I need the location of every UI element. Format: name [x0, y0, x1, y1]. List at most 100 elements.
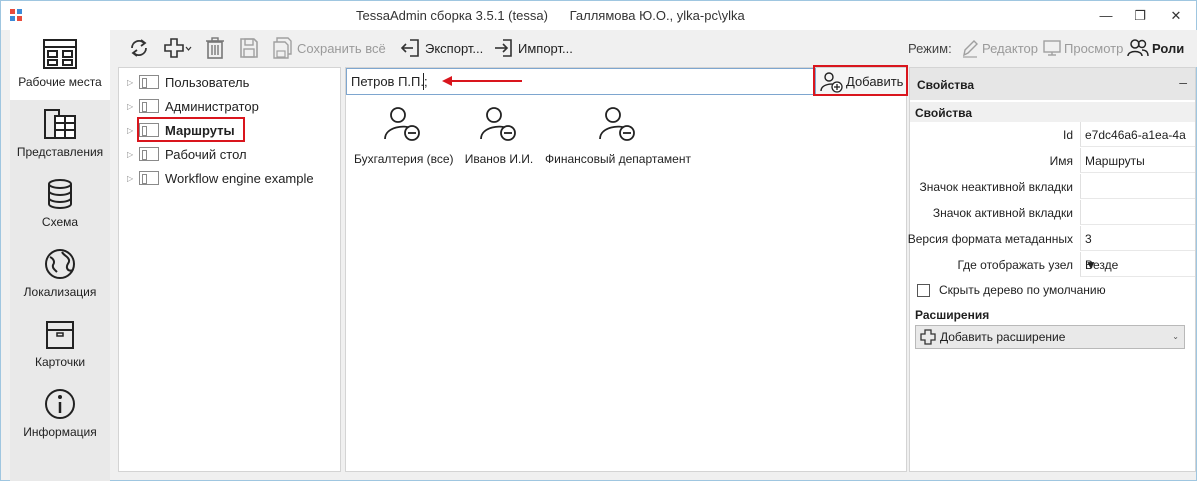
section-header-properties: Свойства: [910, 102, 1195, 122]
property-row-id: Id e7dc46a6-a1ea-4a: [910, 122, 1195, 148]
tab-node-icon: [139, 99, 159, 113]
dropdown-arrow-icon[interactable]: ▼: [1085, 258, 1191, 272]
property-value-field[interactable]: 3: [1080, 226, 1195, 251]
info-icon: [45, 389, 75, 419]
save-all-label: Сохранить всё: [297, 40, 386, 56]
minimize-button[interactable]: —: [1091, 1, 1121, 30]
monitor-icon: [1043, 40, 1061, 56]
property-row-active-icon: Значок активной вкладки: [910, 200, 1195, 226]
property-key: Id: [1062, 128, 1073, 142]
property-value: e7dc46a6-a1ea-4a: [1085, 128, 1186, 142]
role-item[interactable]: Финансовый департамент: [545, 106, 691, 166]
roles-mode-button[interactable]: Роли: [1127, 36, 1184, 60]
plus-icon: [164, 38, 192, 58]
property-row-display-location: Где отображать узел Везде ▼: [910, 252, 1195, 278]
expand-arrow-icon[interactable]: ▷: [127, 78, 139, 87]
user-remove-icon[interactable]: [598, 106, 638, 142]
tree-item-desktop[interactable]: ▷ Рабочий стол: [127, 144, 247, 164]
roles-label: Роли: [1152, 40, 1185, 56]
properties-title: Свойства: [917, 78, 975, 92]
user-remove-icon[interactable]: [479, 106, 519, 142]
expand-arrow-icon[interactable]: ▷: [127, 150, 139, 159]
role-label: Иванов И.И.: [464, 152, 534, 166]
property-key: Имя: [1049, 154, 1073, 168]
property-value: 3: [1085, 232, 1092, 246]
role-search-input[interactable]: Петров П.П.;: [346, 68, 816, 95]
nav-label: Представления: [16, 145, 104, 159]
properties-header: Свойства –: [910, 68, 1195, 100]
add-extension-label: Добавить расширение: [940, 330, 1066, 344]
refresh-icon: [131, 39, 147, 57]
display-location-select[interactable]: Везде ▼: [1080, 252, 1195, 277]
restore-button[interactable]: ❐: [1125, 1, 1155, 30]
import-icon: [495, 39, 512, 57]
save-button[interactable]: [239, 36, 259, 60]
property-value-field[interactable]: Маршруты: [1080, 148, 1195, 173]
nav-item-schema[interactable]: Схема: [10, 170, 110, 240]
tree-item-admin[interactable]: ▷ Администратор: [127, 96, 259, 116]
export-icon: [400, 39, 419, 57]
preview-mode-button[interactable]: Просмотр: [1043, 36, 1123, 60]
tree-item-workflow[interactable]: ▷ Workflow engine example: [127, 168, 314, 188]
nav-item-localization[interactable]: Локализация: [10, 240, 110, 310]
editor-label: Редактор: [982, 40, 1038, 56]
add-extension-button[interactable]: Добавить расширение ⌄: [915, 325, 1185, 349]
section-header-extensions: Расширения: [910, 304, 1195, 324]
mode-label: Режим:: [908, 41, 952, 56]
collapse-button[interactable]: –: [1179, 74, 1187, 90]
property-value-field[interactable]: [1080, 200, 1195, 225]
window-title: TessaAdmin сборка 3.5.1 (tessa) Галлямов…: [356, 8, 745, 23]
properties-panel: Свойства – Свойства Id e7dc46a6-a1ea-4a …: [908, 67, 1196, 472]
tree-item-label: Рабочий стол: [165, 146, 247, 162]
expand-arrow-icon[interactable]: ▷: [127, 102, 139, 111]
floppy-icon: [240, 38, 258, 58]
save-all-button[interactable]: Сохранить всё: [272, 36, 386, 60]
property-key: Значок неактивной вкладки: [919, 180, 1073, 194]
database-icon: [48, 179, 72, 209]
property-value-field[interactable]: [1080, 174, 1195, 199]
property-key: Значок активной вкладки: [932, 206, 1073, 220]
plus-icon: [920, 329, 936, 345]
nav-item-workplaces[interactable]: Рабочие места: [10, 30, 110, 100]
property-value: Маршруты: [1085, 154, 1145, 168]
nav-item-cards[interactable]: Карточки: [10, 310, 110, 380]
nav-item-views[interactable]: Представления: [10, 100, 110, 170]
title-bar: TessaAdmin сборка 3.5.1 (tessa) Галлямов…: [1, 1, 1196, 30]
roles-panel: Петров П.П.; Добавить Бухгалтерия (все) …: [345, 67, 907, 472]
property-value-field[interactable]: e7dc46a6-a1ea-4a: [1080, 122, 1195, 147]
property-row-name: Имя Маршруты: [910, 148, 1195, 174]
tree-item-user[interactable]: ▷ Пользователь: [127, 72, 249, 92]
pencil-icon: [963, 40, 978, 58]
editor-mode-button[interactable]: Редактор: [961, 36, 1038, 60]
views-icon: [44, 109, 76, 139]
highlight-frame: [813, 65, 908, 96]
export-button[interactable]: Экспорт...: [400, 36, 483, 60]
property-key: Где отображать узел: [957, 258, 1073, 272]
add-dropdown-button[interactable]: [163, 36, 193, 60]
hide-tree-checkbox[interactable]: [917, 283, 930, 297]
users-icon: [1127, 39, 1149, 57]
delete-button[interactable]: [205, 36, 225, 60]
globe-icon: [45, 249, 75, 279]
hide-tree-label: Скрыть дерево по умолчанию: [939, 283, 1106, 297]
role-item[interactable]: Иванов И.И.: [462, 106, 536, 166]
user-remove-icon[interactable]: [383, 106, 423, 142]
section-title: Свойства: [915, 106, 973, 120]
hide-tree-checkbox-row[interactable]: Скрыть дерево по умолчанию: [917, 282, 1106, 298]
role-input-value: Петров П.П.;: [351, 74, 428, 89]
annotation-arrow-icon: [442, 76, 522, 86]
nav-label: Рабочие места: [18, 75, 102, 89]
highlight-frame: [137, 117, 245, 142]
tree-item-label: Пользователь: [165, 74, 250, 90]
close-button[interactable]: ✕: [1161, 1, 1191, 30]
refresh-button[interactable]: [128, 36, 150, 60]
nav-label: Карточки: [34, 355, 86, 369]
role-item[interactable]: Бухгалтерия (все): [354, 106, 454, 166]
tab-node-icon: [139, 171, 159, 185]
role-label: Финансовый департамент: [545, 152, 691, 166]
expand-arrow-icon[interactable]: ▷: [127, 174, 139, 183]
toolbar: Сохранить всё Экспорт... Импорт... Режим…: [118, 30, 1197, 67]
tree-item-label: Администратор: [165, 98, 259, 114]
import-button[interactable]: Импорт...: [493, 36, 573, 60]
nav-item-info[interactable]: Информация: [10, 380, 110, 450]
